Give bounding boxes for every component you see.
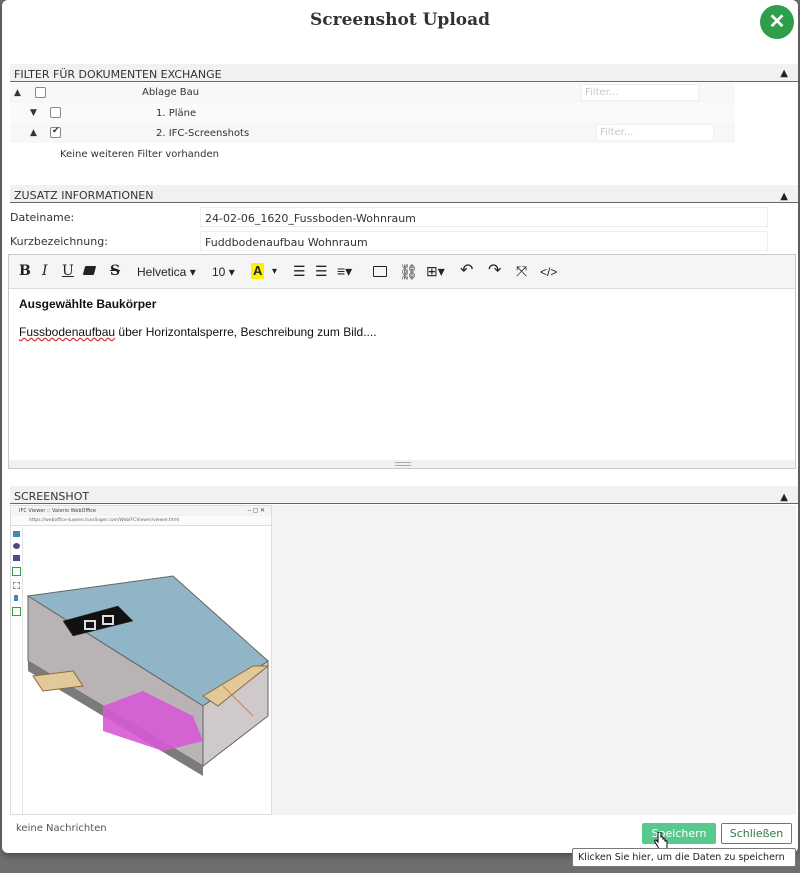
editor-content[interactable]: Ausgewählte Baukörper Fussbodenaufbau üb… [19, 297, 377, 339]
filter-input[interactable]: Filter... [581, 84, 699, 101]
tree-checkbox[interactable] [50, 107, 61, 118]
close-button[interactable]: Schließen [721, 823, 792, 844]
editor-text: über Horizontalsperre, Beschreibung zum … [115, 325, 377, 339]
dialog-title: Screenshot Upload [309, 10, 491, 30]
undo-icon[interactable]: ↶ [460, 260, 473, 280]
code-view-icon[interactable]: </> [540, 265, 557, 279]
short-label: Kurzbezeichnung: [10, 235, 108, 248]
tree-row-plaene[interactable]: ▼ 1. Pläne [10, 103, 735, 123]
screenshot-image: IFC Viewer :: Valerio WebOffice – ▢ ✕ ht… [10, 505, 272, 815]
editor-heading: Ausgewählte Baukörper [19, 297, 157, 311]
collapse-icon[interactable]: ▲ [780, 68, 788, 79]
size-dropdown[interactable]: 10 ▾ [212, 265, 235, 279]
screenshot-section-title: SCREENSHOT [14, 490, 90, 503]
fullscreen-icon[interactable]: ⤧ [516, 263, 527, 280]
bullet-list-icon[interactable]: ☰ [293, 263, 306, 280]
filter-input[interactable]: Filter... [596, 124, 714, 141]
numbered-list-icon[interactable]: ☰ [315, 263, 328, 280]
editor-toolbar: B I U S Helvetica ▾ 10 ▾ A ▾ ☰ ☰ ≡▾ ⛓ ⊞▾… [9, 255, 795, 289]
no-more-filters: Keine weiteren Filter vorhanden [60, 149, 219, 160]
short-field[interactable]: Fuddbodenaufbau Wohnraum [200, 231, 768, 251]
strikethrough-button[interactable]: S [110, 263, 120, 279]
building-model-image [26, 575, 270, 776]
filter-section-header[interactable]: FILTER FÜR DOKUMENTEN EXCHANGE ▲ [10, 64, 798, 82]
color-dropdown-icon[interactable]: ▾ [272, 266, 277, 277]
text-color-icon[interactable]: A [251, 263, 265, 279]
screenshot-background [272, 505, 796, 815]
link-icon[interactable]: ⛓ [399, 263, 418, 281]
eraser-icon[interactable] [82, 266, 97, 275]
editor-resize-handle[interactable] [9, 460, 795, 468]
tree-checkbox[interactable] [35, 87, 46, 98]
collapsed-arrow-icon[interactable]: ▼ [30, 108, 37, 118]
italic-button[interactable]: I [42, 263, 48, 279]
info-section-title: ZUSATZ INFORMATIONEN [14, 189, 154, 202]
font-name: Helvetica [137, 265, 187, 279]
tree-item-label: 2. IFC-Screenshots [156, 128, 250, 139]
redo-icon[interactable]: ↷ [488, 260, 501, 280]
upload-dialog: Screenshot Upload ✕ FILTER FÜR DOKUMENTE… [2, 0, 798, 853]
save-tooltip: Klicken Sie hier, um die Daten zu speich… [572, 848, 796, 867]
align-icon[interactable]: ≡▾ [337, 263, 352, 280]
collapse-icon[interactable]: ▲ [780, 492, 788, 503]
underline-button[interactable]: U [62, 263, 74, 279]
screenshot-url: https://weboffice-tuwien.fuxslinger.com/… [11, 516, 271, 526]
image-icon[interactable] [373, 266, 387, 277]
rich-text-editor[interactable]: B I U S Helvetica ▾ 10 ▾ A ▾ ☰ ☰ ≡▾ ⛓ ⊞▾… [8, 254, 796, 469]
font-size: 10 [212, 265, 226, 279]
filename-field[interactable]: 24-02-06_1620_Fussboden-Wohnraum [200, 207, 768, 227]
collapse-icon[interactable]: ▲ [780, 191, 788, 202]
editor-paragraph: Fussbodenaufbau über Horizontalsperre, B… [19, 325, 377, 339]
tree-checkbox-checked[interactable] [50, 126, 61, 138]
screenshot-section-header[interactable]: SCREENSHOT ▲ [10, 486, 798, 504]
filename-label: Dateiname: [10, 211, 75, 224]
screenshot-window-title: IFC Viewer :: Valerio WebOffice [11, 506, 271, 516]
viewer-sidebar [11, 527, 23, 814]
tree-item-label: 1. Pläne [156, 108, 197, 119]
window-controls-icon: – ▢ ✕ [247, 508, 265, 514]
font-dropdown[interactable]: Helvetica ▾ [137, 265, 196, 279]
bold-button[interactable]: B [19, 263, 31, 279]
tree-item-label: Ablage Bau [142, 87, 200, 98]
close-icon[interactable]: ✕ [760, 5, 794, 39]
misspelled-word: Fussbodenaufbau [19, 325, 116, 339]
filter-section-title: FILTER FÜR DOKUMENTEN EXCHANGE [14, 68, 222, 81]
table-icon[interactable]: ⊞▾ [426, 263, 445, 280]
expanded-arrow-icon[interactable]: ▲ [14, 88, 21, 98]
expanded-arrow-icon[interactable]: ▲ [30, 128, 37, 138]
status-message: keine Nachrichten [16, 823, 107, 834]
info-section-header[interactable]: ZUSATZ INFORMATIONEN ▲ [10, 185, 798, 203]
